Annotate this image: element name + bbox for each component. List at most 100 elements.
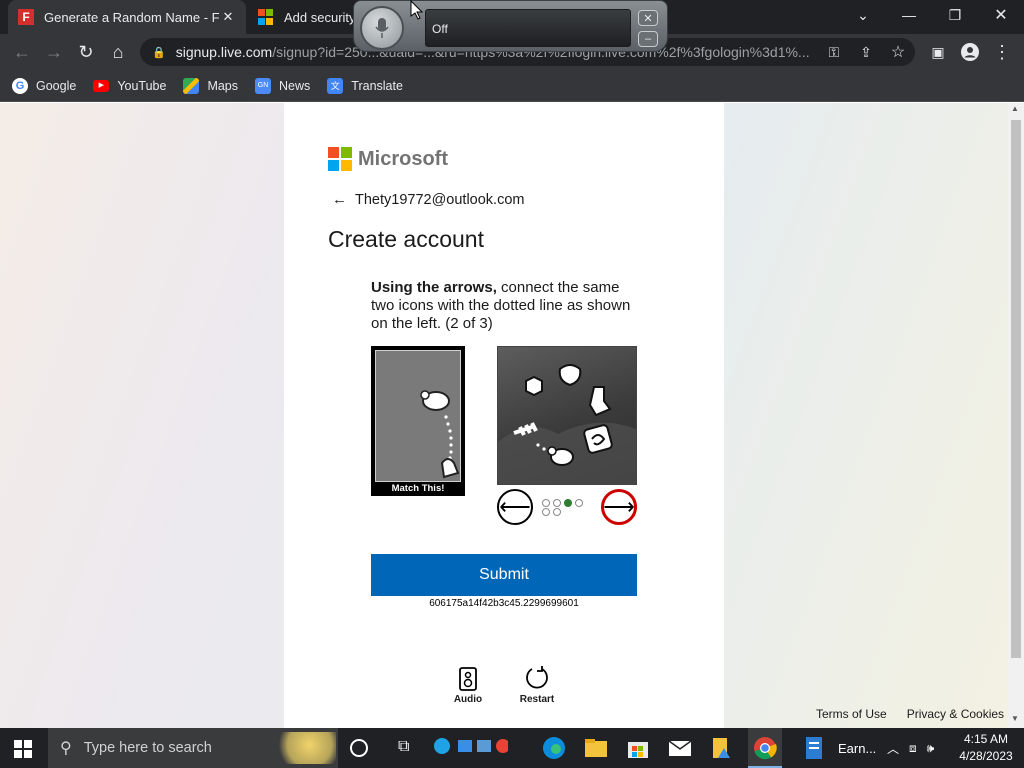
speech-minimize-button[interactable]: – (638, 31, 658, 47)
chrome-icon (754, 737, 777, 760)
cortana-icon[interactable] (350, 739, 368, 757)
speech-status: Off (432, 22, 448, 36)
fake-name-favicon-icon: F (18, 9, 34, 25)
terms-link[interactable]: Terms of Use (816, 707, 887, 721)
store-icon[interactable] (626, 736, 650, 760)
earn-label: Earn... (838, 740, 877, 756)
tab-fake-name[interactable]: F Generate a Random Name - Fake ✕ (8, 0, 246, 34)
search-placeholder: Type here to search (83, 740, 212, 756)
task-view-icon[interactable]: ⧉ (398, 738, 409, 756)
identity-row: ← Thety19772@outlook.com (332, 191, 524, 208)
system-tray: ︿ ⧈ 🕪 (887, 728, 934, 768)
match-this-label: Match This! (391, 483, 445, 494)
privacy-link[interactable]: Privacy & Cookies (907, 707, 1004, 721)
nut-icon (525, 375, 543, 397)
show-hidden-icons-icon[interactable]: ︿ (887, 740, 899, 757)
scroll-up-icon[interactable]: ▲ (1011, 104, 1019, 113)
progress-dot (575, 499, 583, 507)
clock[interactable]: 4:15 AM 4/28/2023 (952, 731, 1020, 765)
bookmark-label: Maps (207, 78, 239, 93)
bookmark-label: YouTube (117, 78, 167, 93)
speaker-icon (459, 667, 477, 691)
audio-label: Audio (453, 694, 483, 705)
progress-dots (542, 498, 596, 516)
progress-dot (553, 499, 561, 507)
key-icon[interactable]: ⚿ (818, 34, 850, 70)
home-button[interactable]: ⌂ (102, 34, 134, 70)
progress-dot (564, 499, 572, 507)
microphone-icon (375, 18, 389, 38)
news-icon: GN (255, 77, 272, 94)
minimize-button[interactable]: — (886, 0, 932, 30)
menu-kebab-icon[interactable]: ⋮ (986, 34, 1018, 70)
volume-icon[interactable]: 🕪 (927, 741, 935, 756)
bookmark-news[interactable]: GN News (255, 77, 310, 94)
restore-button[interactable]: ❐ (932, 0, 978, 30)
example-image (375, 350, 461, 482)
lock-icon[interactable]: 🔒 (152, 46, 166, 59)
speech-recognition-widget: Off ✕ – (353, 0, 668, 52)
progress-dot (542, 508, 550, 516)
hand-icon (588, 386, 612, 417)
start-button[interactable] (14, 740, 32, 763)
puzzle-instructions: Using the arrows, connect the same two i… (371, 279, 643, 333)
close-tab-icon[interactable]: ✕ (220, 9, 236, 25)
scrollbar-thumb[interactable] (1011, 120, 1021, 658)
restart-icon (526, 666, 548, 689)
progress-dot (553, 508, 561, 516)
back-button[interactable]: ← (6, 34, 38, 70)
tab-add-security[interactable]: Add security (252, 0, 362, 34)
submit-button[interactable]: Submit (371, 554, 637, 596)
search-icon: ⚲ (60, 740, 72, 757)
taskbar-search-box[interactable]: ⚲ Type here to search (48, 728, 338, 768)
bookmark-google[interactable]: G Google (12, 77, 77, 94)
instruction-bold: Using the arrows, (371, 279, 497, 296)
account-email: Thety19772@outlook.com (355, 191, 525, 208)
mail-icon[interactable] (668, 736, 692, 760)
side-panel-icon[interactable]: ▣ (922, 34, 954, 70)
page-footer: Terms of Use Privacy & Cookies (816, 707, 1004, 721)
forward-button[interactable]: → (38, 34, 70, 70)
translate-icon: 文 (327, 77, 344, 94)
swirl-icon (583, 424, 613, 454)
restart-button[interactable]: Restart (517, 665, 557, 705)
file-explorer-icon[interactable] (584, 736, 608, 760)
progress-dot (542, 499, 550, 507)
earn-taskbar-button[interactable]: Earn... (796, 728, 886, 768)
reload-button[interactable]: ↻ (70, 34, 102, 70)
bookmark-label: Translate (351, 78, 403, 93)
tab-search-chevron-icon[interactable]: ⌄ (840, 0, 886, 30)
scroll-down-icon[interactable]: ▼ (1011, 714, 1019, 723)
network-icon[interactable]: ⧈ (909, 741, 917, 756)
clock-date: 4/28/2023 (959, 749, 1013, 763)
files-icon[interactable] (710, 736, 734, 760)
microphone-button[interactable] (360, 6, 404, 50)
google-icon: G (12, 77, 28, 94)
hand-icon (440, 458, 460, 479)
bookmark-youtube[interactable]: ▶ YouTube (93, 79, 166, 93)
audio-button[interactable]: Audio (450, 667, 486, 705)
youtube-icon: ▶ (93, 79, 110, 92)
bookmark-label: Google (36, 78, 77, 93)
share-icon[interactable]: ⇪ (850, 34, 882, 70)
windows-taskbar: ⚲ Type here to search ⧉ Earn... ︿ ⧈ 🕪 4:… (0, 728, 1024, 768)
next-arrow-button[interactable]: ⟶ (601, 489, 637, 525)
transaction-id: 606175a14f42b3c45.2299699601 (429, 598, 579, 609)
mouse-cursor-icon (410, 0, 424, 20)
previous-arrow-button[interactable]: ⟵ (497, 489, 533, 525)
speech-close-button[interactable]: ✕ (638, 10, 658, 26)
maps-icon (183, 77, 200, 94)
windows-logo-icon (14, 740, 32, 758)
pinned-apps-group-icon[interactable] (432, 736, 510, 760)
bookmark-star-icon[interactable]: ☆ (882, 34, 914, 70)
edge-icon[interactable] (542, 736, 566, 760)
back-arrow-icon[interactable]: ← (332, 191, 347, 208)
bookmark-maps[interactable]: Maps (183, 77, 239, 94)
close-window-button[interactable]: ✕ (978, 0, 1024, 30)
chrome-taskbar-button[interactable] (748, 728, 782, 768)
bookmark-translate[interactable]: 文 Translate (327, 77, 403, 94)
bookmarks-bar: G Google ▶ YouTube Maps GN News 文 Transl… (0, 70, 1024, 102)
document-icon (806, 737, 822, 759)
profile-icon[interactable] (954, 34, 986, 70)
brand-name: Microsoft (358, 147, 448, 170)
